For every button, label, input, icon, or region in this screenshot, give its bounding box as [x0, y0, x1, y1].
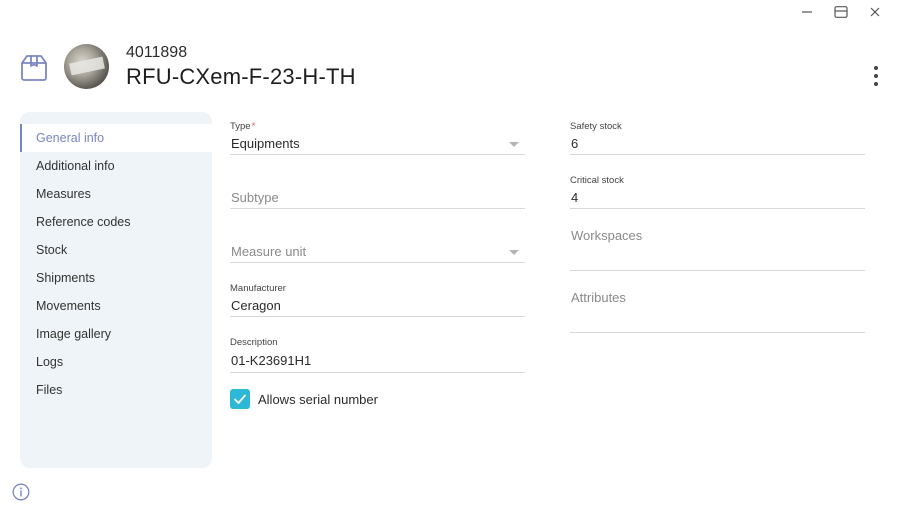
minimize-icon	[802, 11, 812, 13]
maximize-icon	[834, 6, 848, 18]
attributes-field: Attributes	[570, 287, 865, 333]
type-field: Type* Equipments	[230, 121, 525, 155]
measure-unit-field: Measure unit	[230, 241, 525, 263]
workspaces-field: Workspaces	[570, 225, 865, 271]
manufacturer-field: Manufacturer Ceragon	[230, 283, 525, 317]
attributes-input[interactable]: Attributes	[570, 287, 865, 333]
section-sidebar: General info Additional info Measures Re…	[20, 112, 212, 468]
type-label-text: Type	[230, 121, 251, 132]
safety-stock-label: Safety stock	[570, 121, 622, 132]
critical-stock-input[interactable]: 4	[570, 187, 865, 209]
manufacturer-input[interactable]: Ceragon	[230, 295, 525, 317]
critical-stock-field: Critical stock 4	[570, 175, 865, 209]
sidebar-item-additional-info[interactable]: Additional info	[20, 152, 212, 180]
type-value: Equipments	[231, 136, 300, 151]
sidebar-item-stock[interactable]: Stock	[20, 236, 212, 264]
item-title: RFU-CXem-F-23-H-TH	[126, 64, 356, 89]
measure-unit-select[interactable]: Measure unit	[230, 241, 525, 263]
measure-unit-placeholder: Measure unit	[231, 244, 307, 259]
sidebar-item-movements[interactable]: Movements	[20, 292, 212, 320]
close-icon	[870, 7, 880, 17]
item-code: 4011898	[126, 44, 188, 61]
check-icon	[234, 394, 246, 404]
description-label: Description	[230, 337, 278, 348]
dropdown-caret-icon	[509, 142, 519, 147]
package-icon	[21, 55, 47, 81]
subtype-input[interactable]: Subtype	[230, 187, 525, 209]
subtype-field: Subtype	[230, 187, 525, 209]
description-input[interactable]: 01-K23691H1	[230, 349, 525, 373]
critical-stock-label: Critical stock	[570, 175, 624, 186]
sidebar-item-measures[interactable]: Measures	[20, 180, 212, 208]
allows-serial-number-label: Allows serial number	[258, 391, 378, 407]
more-options-button[interactable]	[868, 66, 884, 86]
sidebar-item-shipments[interactable]: Shipments	[20, 264, 212, 292]
window-controls	[790, 4, 892, 20]
sidebar-item-files[interactable]: Files	[20, 376, 212, 404]
type-label: Type*	[230, 121, 525, 133]
manufacturer-label: Manufacturer	[230, 283, 286, 294]
dropdown-caret-icon	[509, 250, 519, 255]
workspaces-input[interactable]: Workspaces	[570, 225, 865, 271]
type-select[interactable]: Equipments	[230, 133, 525, 155]
item-header: 4011898 RFU-CXem-F-23-H-TH	[18, 42, 890, 94]
kebab-dot	[874, 82, 878, 86]
required-mark: *	[251, 121, 256, 132]
sidebar-item-image-gallery[interactable]: Image gallery	[20, 320, 212, 348]
safety-stock-field: Safety stock 6	[570, 121, 865, 155]
safety-stock-input[interactable]: 6	[570, 133, 865, 155]
sidebar-item-general-info[interactable]: General info	[20, 124, 212, 152]
maximize-button[interactable]	[824, 4, 858, 20]
item-image-avatar[interactable]	[64, 44, 109, 89]
allows-serial-number-checkbox-row[interactable]: Allows serial number	[230, 389, 378, 409]
info-icon[interactable]	[12, 483, 30, 501]
sidebar-item-reference-codes[interactable]: Reference codes	[20, 208, 212, 236]
sidebar-item-logs[interactable]: Logs	[20, 348, 212, 376]
allows-serial-number-checkbox[interactable]	[230, 389, 250, 409]
kebab-dot	[874, 74, 878, 78]
close-button[interactable]	[858, 4, 892, 20]
minimize-button[interactable]	[790, 4, 824, 20]
kebab-dot	[874, 66, 878, 70]
description-field: Description 01-K23691H1	[230, 337, 525, 373]
